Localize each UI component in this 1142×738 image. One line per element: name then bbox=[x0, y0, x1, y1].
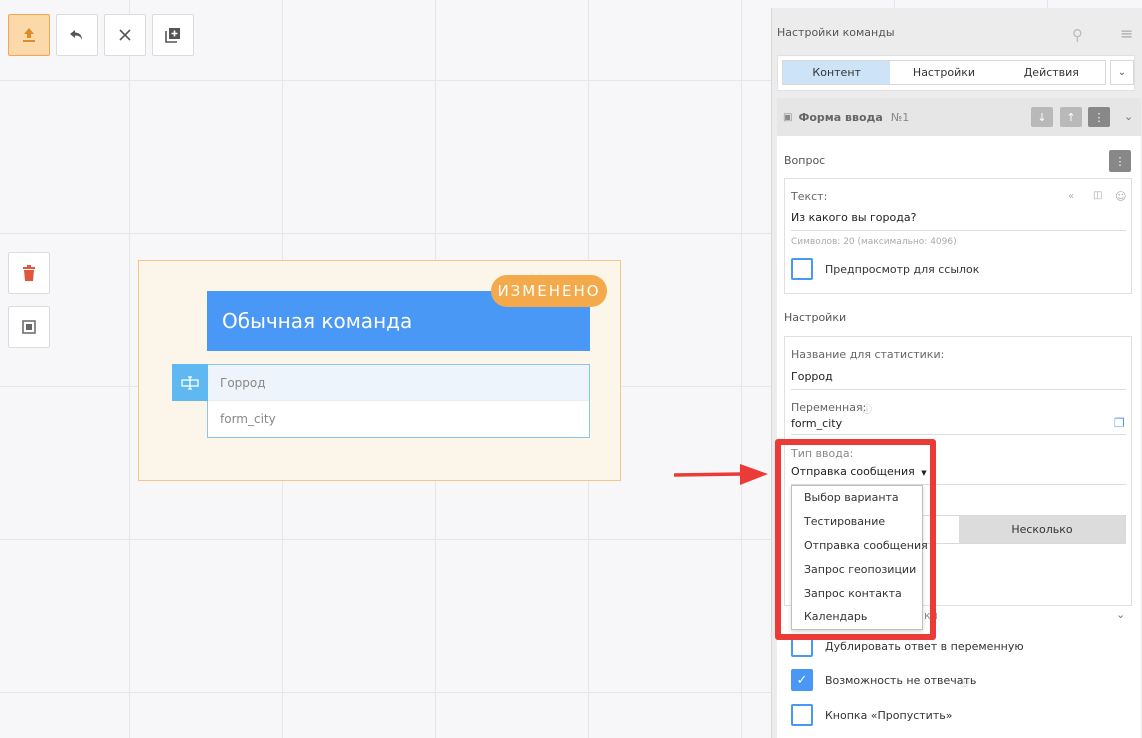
tab-actions[interactable]: Действия bbox=[998, 61, 1105, 84]
section-number: №1 bbox=[890, 110, 910, 124]
question-box bbox=[784, 178, 1132, 294]
text-underline bbox=[791, 230, 1126, 231]
chevron-down-icon-2[interactable]: ⌄ bbox=[1116, 608, 1125, 621]
delete-button[interactable] bbox=[8, 252, 50, 294]
input-variable: form_city bbox=[220, 412, 276, 426]
input-form-icon: ▣ bbox=[783, 111, 793, 123]
input-form-icon bbox=[181, 375, 199, 390]
stat-label: Название для статистики: bbox=[791, 348, 945, 361]
close-button[interactable] bbox=[104, 14, 146, 56]
trash-icon bbox=[23, 265, 35, 281]
text-label: Текст: bbox=[791, 190, 828, 203]
copy-variable-icon[interactable]: ❐ bbox=[1114, 416, 1125, 430]
duplicate-label: Дублировать ответ в переменную bbox=[825, 640, 1024, 653]
stat-value[interactable]: Горрод bbox=[791, 370, 833, 383]
question-menu-button[interactable]: ⋮ bbox=[1109, 150, 1131, 172]
collapse-section-icon[interactable]: ⌄ bbox=[1124, 110, 1133, 123]
red-highlight-frame bbox=[775, 439, 936, 640]
variable-value[interactable]: form_city bbox=[791, 417, 842, 430]
emoji-icon[interactable]: ☺ bbox=[1115, 190, 1126, 203]
variable-label: Переменная: bbox=[791, 401, 867, 414]
undo-icon bbox=[70, 30, 82, 40]
close-icon bbox=[119, 29, 131, 41]
move-down-button[interactable]: ↓ bbox=[1031, 107, 1053, 127]
upload-icon bbox=[23, 28, 35, 42]
segment-multiple[interactable]: Несколько bbox=[959, 516, 1125, 543]
changed-badge: ИЗМЕНЕНО bbox=[491, 275, 607, 307]
question-heading: Вопрос bbox=[784, 154, 826, 167]
preview-label: Предпросмотр для ссылок bbox=[825, 263, 980, 276]
publish-button[interactable] bbox=[8, 14, 50, 56]
settings-heading: Настройки bbox=[784, 311, 847, 324]
help-icon-2[interactable]: ⓘ bbox=[959, 674, 969, 689]
help-icon[interactable]: ⓘ bbox=[862, 401, 872, 416]
section-header[interactable]: ▣ Форма ввода №1 bbox=[777, 98, 1141, 136]
skip-button-label: Кнопка «Пропустить» bbox=[825, 709, 953, 722]
input-label: Горрод bbox=[208, 365, 589, 401]
move-up-button[interactable]: ↑ bbox=[1060, 107, 1082, 127]
add-copy-icon bbox=[165, 28, 180, 43]
section-title: Форма ввода bbox=[798, 110, 883, 124]
undo-button[interactable] bbox=[56, 14, 98, 56]
optional-label: Возможность не отвечать bbox=[825, 674, 977, 687]
question-text[interactable]: Из какого вы города? bbox=[791, 211, 916, 224]
collapse-icon[interactable]: ≡ bbox=[1120, 24, 1133, 43]
check-icon: ✓ bbox=[796, 672, 808, 688]
stat-underline bbox=[791, 389, 1126, 390]
section-menu-button[interactable]: ⋮ bbox=[1088, 107, 1110, 127]
skip-button-checkbox[interactable] bbox=[791, 704, 813, 726]
chevron-down-icon[interactable]: ⌄ bbox=[1110, 60, 1134, 85]
input-form-tag bbox=[172, 364, 208, 401]
input-form-card[interactable]: Горрод form_city bbox=[207, 364, 590, 438]
search-icon[interactable]: ⚲ bbox=[1072, 26, 1083, 44]
variable-underline bbox=[791, 434, 1126, 435]
copy-icon[interactable]: ◫ bbox=[1093, 190, 1102, 201]
format-icon[interactable]: « bbox=[1068, 191, 1074, 202]
preview-checkbox[interactable] bbox=[791, 258, 813, 280]
fit-button[interactable] bbox=[8, 306, 50, 348]
add-copy-button[interactable] bbox=[152, 14, 194, 56]
red-arrow bbox=[673, 464, 768, 485]
panel-title: Настройки команды bbox=[777, 26, 895, 39]
optional-checkbox[interactable]: ✓ bbox=[791, 669, 813, 691]
char-counter: Символов: 20 (максимально: 4096) bbox=[791, 237, 957, 247]
tabs: Контент Настройки Действия bbox=[782, 60, 1106, 85]
tab-content[interactable]: Контент bbox=[783, 61, 891, 84]
tab-settings[interactable]: Настройки bbox=[890, 61, 997, 84]
frame-icon bbox=[22, 320, 36, 334]
